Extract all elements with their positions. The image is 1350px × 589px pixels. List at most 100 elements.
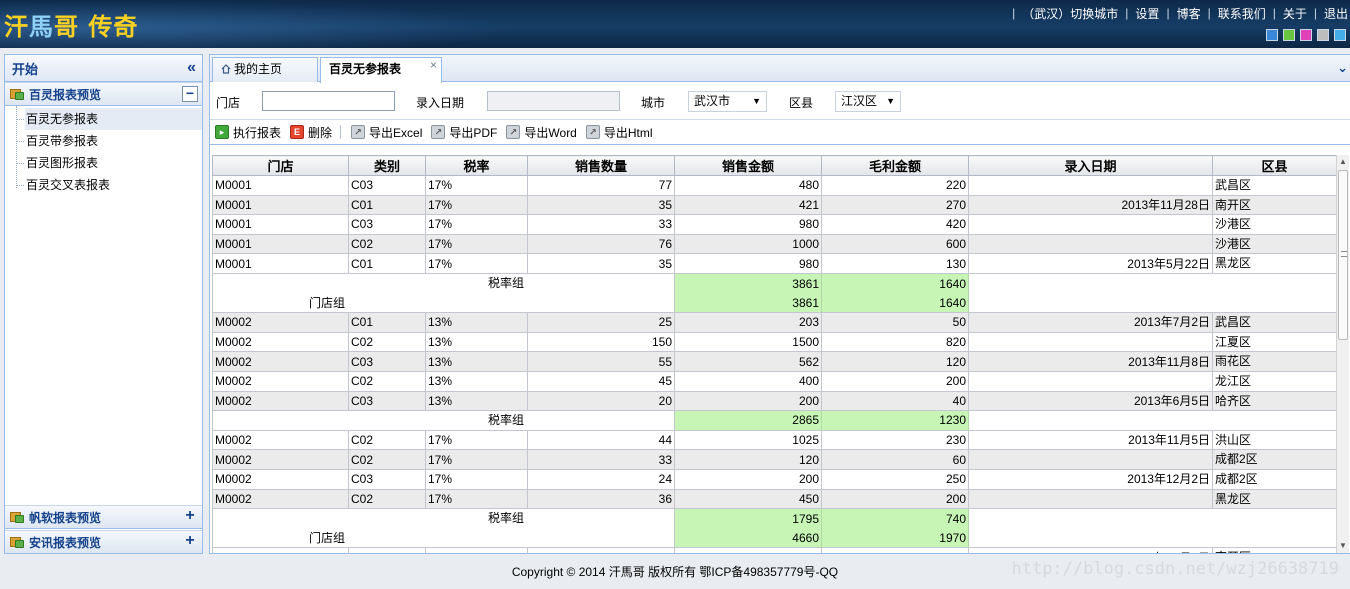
group-empty-cell — [968, 273, 1337, 294]
tab-menu-chevron-icon[interactable]: ⌄ — [1337, 60, 1348, 76]
grid-scrollbar[interactable]: ▲ ▼ — [1336, 155, 1349, 553]
logo: 汗馬哥 传奇 — [4, 7, 138, 42]
table-cell: 25 — [527, 312, 675, 333]
city-select[interactable]: 武汉市 ▼ — [688, 91, 767, 112]
watermark: http://blog.csdn.net/wzj26638719 — [1011, 559, 1339, 579]
table-cell: 洪山区 — [1212, 429, 1337, 451]
theme-swatch[interactable] — [1283, 29, 1295, 41]
table-cell: C03 — [348, 214, 426, 235]
table-row: M0001 C02 17% 76 1000 600 沙港区 — [212, 233, 1337, 255]
table-cell: 1500 — [674, 331, 822, 353]
table-cell: 150 — [527, 331, 675, 353]
date-input[interactable] — [487, 91, 620, 111]
tree-item-param-report[interactable]: 百灵带参报表 — [16, 130, 202, 152]
column-header[interactable]: 毛利金额 — [821, 155, 969, 176]
collapse-group-icon[interactable]: − — [182, 86, 198, 102]
city-label: 城市 — [641, 96, 666, 110]
accordion-label: 安讯报表预览 — [29, 535, 102, 550]
store-group-total-row: 门店组 4660 1970 — [212, 528, 1337, 548]
table-cell: 120 — [821, 351, 969, 372]
column-header[interactable]: 门店 — [212, 155, 349, 176]
theme-swatch[interactable] — [1334, 29, 1346, 41]
column-header[interactable]: 区县 — [1212, 155, 1337, 176]
table-cell: C01 — [348, 194, 426, 216]
accordion-anxun[interactable]: 安讯报表预览 + — [5, 530, 202, 554]
tab-home[interactable]: 我的主页 — [212, 57, 318, 82]
accordion-label: 百灵报表预览 — [29, 87, 102, 102]
run-icon: ▸ — [215, 125, 229, 139]
app-header: 汗馬哥 传奇 | （武汉）切换城市 | 设置 | 博客 | 联系我们 | 关于 | 退出 — [0, 0, 1350, 48]
theme-swatch[interactable] — [1317, 29, 1329, 41]
theme-swatch[interactable] — [1266, 29, 1278, 41]
close-tab-icon[interactable]: × — [430, 54, 437, 77]
collapse-sidebar-icon[interactable]: « — [187, 59, 196, 77]
table-row: M0002 C02 13% 150 1500 820 江夏区 — [212, 331, 1337, 353]
scrollbar-thumb[interactable] — [1338, 170, 1348, 340]
tree-item-no-param-report[interactable]: 百灵无参报表 — [16, 108, 202, 130]
tree-item-chart-report[interactable]: 百灵图形报表 — [16, 152, 202, 174]
group-label: 门店组 — [212, 528, 675, 548]
group-label: 税率组 — [212, 410, 675, 431]
table-cell: 203 — [674, 312, 822, 333]
nav-link[interactable]: 博客 — [1177, 5, 1201, 22]
column-header[interactable]: 录入日期 — [968, 155, 1213, 176]
export-pdf-button[interactable]: ↗ 导出PDF — [431, 122, 497, 142]
column-header[interactable]: 销售数量 — [527, 155, 675, 176]
column-header[interactable]: 税率 — [425, 155, 528, 176]
district-select[interactable]: 江汉区 ▼ — [835, 91, 901, 112]
table-cell: 沙港区 — [1212, 233, 1337, 255]
export-html-button[interactable]: ↗ 导出Html — [585, 122, 653, 142]
table-cell: 2013年11月5日 — [968, 429, 1213, 451]
report-folder-icon — [10, 536, 24, 548]
report-grid: 门店 类别 税率 销售数量 销售金额 毛利金额 录入日期 区县 M0001 C03 17% 77 48… — [212, 155, 1337, 553]
expand-group-icon[interactable]: + — [182, 533, 198, 550]
nav-link[interactable]: 关于 — [1283, 5, 1307, 22]
button-label: 执行报表 — [233, 125, 282, 140]
table-cell: 562 — [674, 351, 822, 372]
tree-item-crosstab-report[interactable]: 百灵交叉表报表 — [16, 174, 202, 196]
store-input[interactable] — [262, 91, 395, 111]
table-cell: 60 — [821, 449, 969, 470]
delete-button[interactable]: E 删除 — [290, 122, 332, 142]
table-cell: 250 — [821, 468, 969, 490]
tab-no-param-report[interactable]: 百灵无参报表 × — [320, 57, 442, 83]
table-cell: 17% — [425, 233, 528, 255]
table-cell: 17% — [425, 449, 528, 470]
accordion-bailing[interactable]: 百灵报表预览 − — [5, 82, 202, 106]
nav-link[interactable]: 联系我们 — [1218, 5, 1266, 22]
table-cell: 龙江区 — [1212, 370, 1337, 392]
button-label: 导出PDF — [449, 125, 498, 140]
table-cell: 77 — [527, 175, 675, 196]
table-cell — [968, 331, 1213, 353]
export-excel-button[interactable]: ↗ 导出Excel — [351, 122, 422, 142]
table-cell: 130 — [821, 253, 969, 274]
table-cell: M0003 — [212, 547, 349, 553]
run-report-button[interactable]: ▸ 执行报表 — [215, 122, 281, 142]
table-cell — [968, 449, 1213, 470]
nav-link[interactable]: （武汉）切换城市 — [1022, 5, 1118, 22]
group-label: 门店组 — [212, 293, 675, 313]
table-cell: M0002 — [212, 449, 349, 470]
sidebar-header: 开始 « — [5, 55, 202, 82]
theme-swatch[interactable] — [1300, 29, 1312, 41]
nav-link[interactable]: 退出 — [1324, 5, 1348, 22]
accordion-fanruan[interactable]: 帆软报表预览 + — [5, 505, 202, 529]
export-word-button[interactable]: ↗ 导出Word — [506, 122, 577, 142]
table-cell: 980 — [674, 214, 822, 235]
scroll-up-icon[interactable]: ▲ — [1337, 155, 1349, 169]
table-row: M0002 C02 17% 36 450 200 黑龙区 — [212, 488, 1337, 510]
city-select-value: 武汉市 — [694, 94, 731, 108]
nav-link[interactable]: 设置 — [1135, 5, 1159, 22]
expand-group-icon[interactable]: + — [182, 508, 198, 525]
table-cell: 2013年11月8日 — [968, 351, 1213, 372]
table-cell: 哈齐区 — [1212, 390, 1337, 412]
table-cell: 421 — [674, 194, 822, 216]
column-header[interactable]: 销售金额 — [674, 155, 822, 176]
table-cell: C02 — [348, 449, 426, 470]
table-cell: 13% — [425, 547, 528, 553]
column-header[interactable]: 类别 — [348, 155, 426, 176]
scroll-down-icon[interactable]: ▼ — [1337, 539, 1349, 553]
table-cell: 45 — [527, 370, 675, 392]
table-cell: 600 — [821, 233, 969, 255]
table-cell: 200 — [674, 468, 822, 490]
